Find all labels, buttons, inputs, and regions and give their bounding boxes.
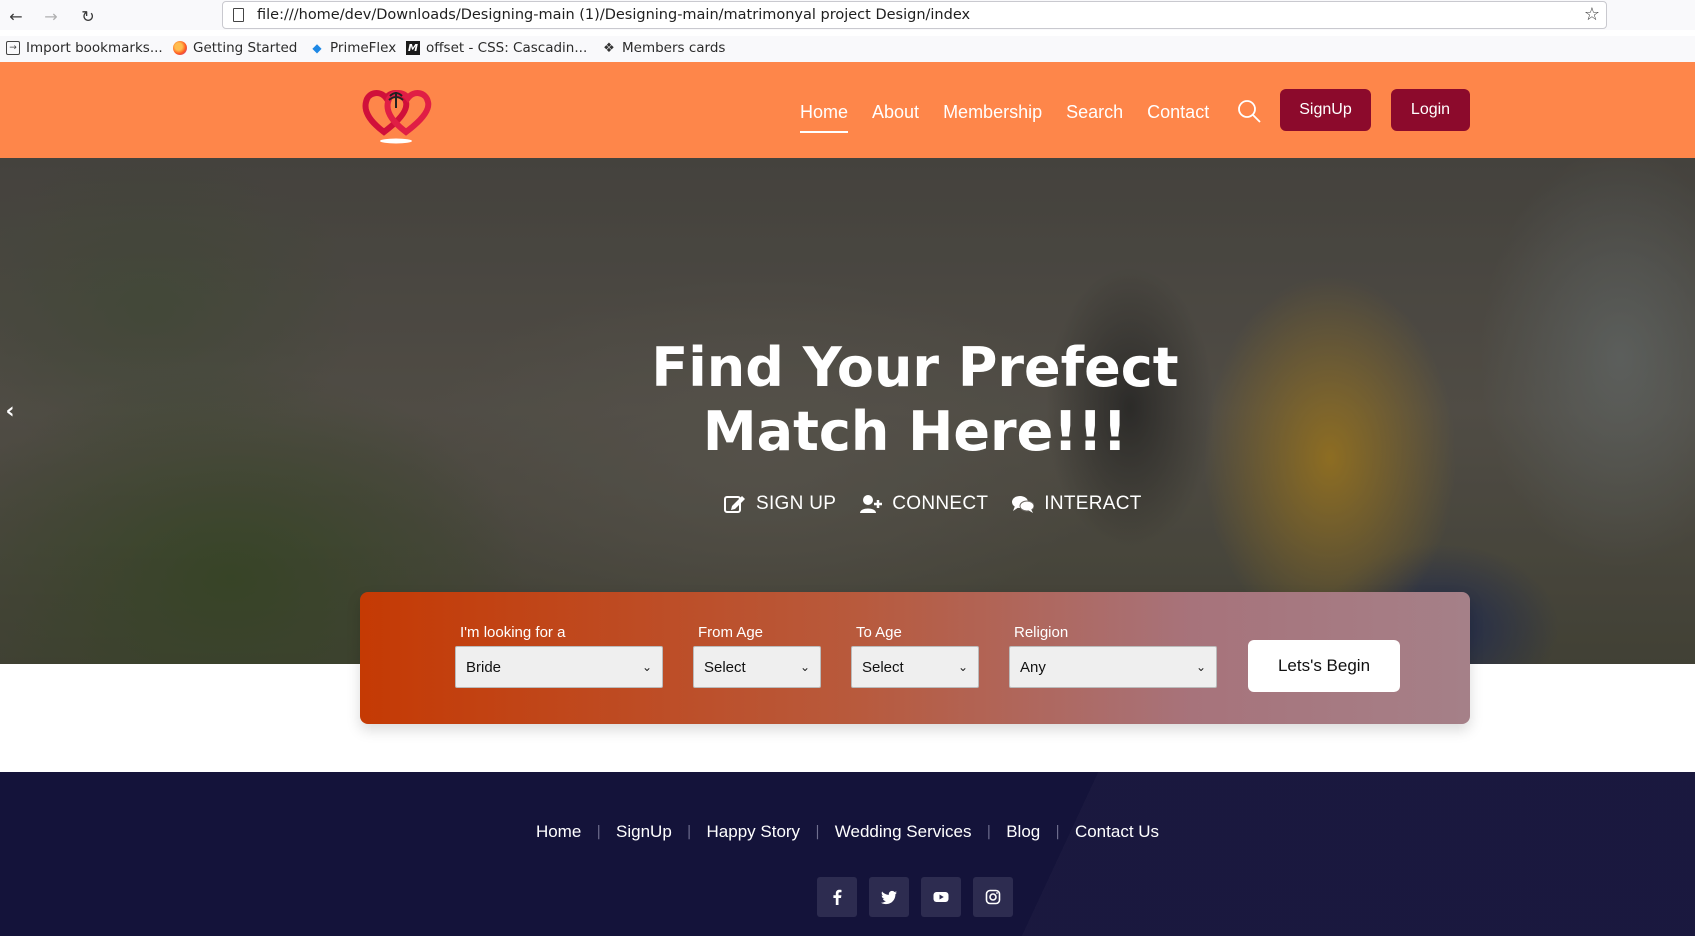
nav-home[interactable]: Home xyxy=(800,102,849,133)
bookmark-label: offset - CSS: Cascadin... xyxy=(426,40,588,56)
instagram-icon[interactable] xyxy=(973,877,1013,917)
hearts-logo-icon[interactable] xyxy=(360,80,432,146)
religion-value: Any xyxy=(1020,658,1046,676)
search-icon[interactable] xyxy=(1236,98,1262,124)
chevron-down-icon: ⌄ xyxy=(799,660,810,674)
footer-link-signup[interactable]: SignUp xyxy=(616,822,672,842)
footer-link-blog[interactable]: Blog xyxy=(1006,822,1040,842)
from-age-label: From Age xyxy=(698,624,764,641)
from-age-value: Select xyxy=(704,658,746,676)
looking-for-label: I'm looking for a xyxy=(460,624,566,641)
to-age-select[interactable]: Select ⌄ xyxy=(851,646,979,688)
chevron-down-icon: ⌄ xyxy=(957,660,968,674)
bookmark-star-icon[interactable]: ☆ xyxy=(1584,4,1600,25)
bookmark-members-cards[interactable]: ❖ Members cards xyxy=(602,40,725,56)
footer-links: Home | SignUp | Happy Story | Wedding Se… xyxy=(0,822,1695,842)
footer-separator: | xyxy=(1055,824,1060,840)
bookmark-label: Import bookmarks... xyxy=(26,40,163,56)
footer-link-wedding-services[interactable]: Wedding Services xyxy=(835,822,972,842)
hero-title-line2: Match Here!!! xyxy=(702,400,1128,463)
nav-search[interactable]: Search xyxy=(1066,102,1123,123)
bookmark-label: Members cards xyxy=(622,40,726,56)
partner-search-form: I'm looking for a Bride ⌄ From Age Selec… xyxy=(360,592,1470,724)
lets-begin-button[interactable]: Lets's Begin xyxy=(1248,640,1400,692)
bookmark-getting-started[interactable]: Getting Started xyxy=(173,40,297,56)
edit-icon xyxy=(724,496,745,513)
chevron-down-icon: ⌄ xyxy=(641,660,652,674)
hero-banner: ‹ Find Your Prefect Match Here!!! SIGN U… xyxy=(0,158,1695,664)
bookmark-mdn-offset[interactable]: M offset - CSS: Cascadin... xyxy=(406,40,587,56)
site-header: Home About Membership Search Contact Sig… xyxy=(0,62,1695,158)
step-interact: INTERACT xyxy=(1012,493,1141,515)
footer-separator: | xyxy=(596,824,602,840)
step-label: SIGN UP xyxy=(756,493,837,514)
import-icon: → xyxy=(6,41,20,55)
looking-for-field: I'm looking for a Bride ⌄ xyxy=(455,624,663,688)
religion-label: Religion xyxy=(1014,624,1069,641)
hero-title: Find Your Prefect Match Here!!! xyxy=(615,336,1215,464)
facebook-icon[interactable] xyxy=(817,877,857,917)
nav-membership[interactable]: Membership xyxy=(943,102,1042,123)
to-age-field: To Age Select ⌄ xyxy=(851,624,979,688)
bookmark-label: PrimeFlex xyxy=(330,40,397,56)
url-text[interactable]: file:///home/dev/Downloads/Designing-mai… xyxy=(257,7,970,23)
chevron-down-icon: ⌄ xyxy=(1195,660,1206,674)
youtube-icon[interactable] xyxy=(921,877,961,917)
religion-field: Religion Any ⌄ xyxy=(1009,624,1217,688)
bookmark-primeflex[interactable]: ◆ PrimeFlex xyxy=(310,40,396,56)
main-nav: Home About Membership Search Contact xyxy=(800,102,1233,133)
footer-separator: | xyxy=(986,824,992,840)
forward-icon[interactable]: → xyxy=(40,5,62,27)
bookmark-label: Getting Started xyxy=(193,40,298,56)
back-icon[interactable]: ← xyxy=(5,5,27,27)
browser-toolbar: ← → ↻ file:///home/dev/Downloads/Designi… xyxy=(0,0,1695,30)
from-age-field: From Age Select ⌄ xyxy=(693,624,821,688)
from-age-select[interactable]: Select ⌄ xyxy=(693,646,821,688)
footer-link-contact-us[interactable]: Contact Us xyxy=(1075,822,1159,842)
bookmarks-bar: → Import bookmarks... Getting Started ◆ … xyxy=(0,36,1695,62)
user-plus-icon xyxy=(860,495,883,513)
address-bar[interactable]: file:///home/dev/Downloads/Designing-mai… xyxy=(222,1,1607,29)
cube-icon: ❖ xyxy=(603,40,615,56)
step-connect: CONNECT xyxy=(860,493,988,515)
nav-about[interactable]: About xyxy=(872,102,919,123)
step-label: INTERACT xyxy=(1044,493,1142,514)
footer-link-happy-story[interactable]: Happy Story xyxy=(707,822,801,842)
hero-steps: SIGN UP CONNECT INTERACT xyxy=(724,493,1142,515)
chat-icon xyxy=(1012,496,1035,513)
firefox-icon xyxy=(173,41,187,55)
to-age-value: Select xyxy=(862,658,904,676)
footer-link-home[interactable]: Home xyxy=(536,822,581,842)
signup-button[interactable]: SignUp xyxy=(1280,89,1371,131)
nav-contact[interactable]: Contact xyxy=(1147,102,1209,123)
mdn-icon: M xyxy=(406,41,420,55)
social-links xyxy=(817,877,1013,917)
hero-title-line1: Find Your Prefect xyxy=(651,336,1179,399)
to-age-label: To Age xyxy=(856,624,902,641)
carousel-prev-icon[interactable]: ‹ xyxy=(0,366,20,456)
footer-separator: | xyxy=(815,824,820,840)
step-label: CONNECT xyxy=(892,493,989,514)
primeflex-icon: ◆ xyxy=(312,41,322,55)
document-icon xyxy=(233,8,244,22)
religion-select[interactable]: Any ⌄ xyxy=(1009,646,1217,688)
bookmark-import[interactable]: → Import bookmarks... xyxy=(6,40,163,56)
site-footer: Home | SignUp | Happy Story | Wedding Se… xyxy=(0,772,1695,936)
footer-separator: | xyxy=(686,824,692,840)
looking-for-value: Bride xyxy=(466,658,502,676)
reload-icon[interactable]: ↻ xyxy=(77,5,99,27)
login-button[interactable]: Login xyxy=(1391,89,1470,131)
looking-for-select[interactable]: Bride ⌄ xyxy=(455,646,663,688)
twitter-icon[interactable] xyxy=(869,877,909,917)
step-sign-up: SIGN UP xyxy=(724,493,836,515)
